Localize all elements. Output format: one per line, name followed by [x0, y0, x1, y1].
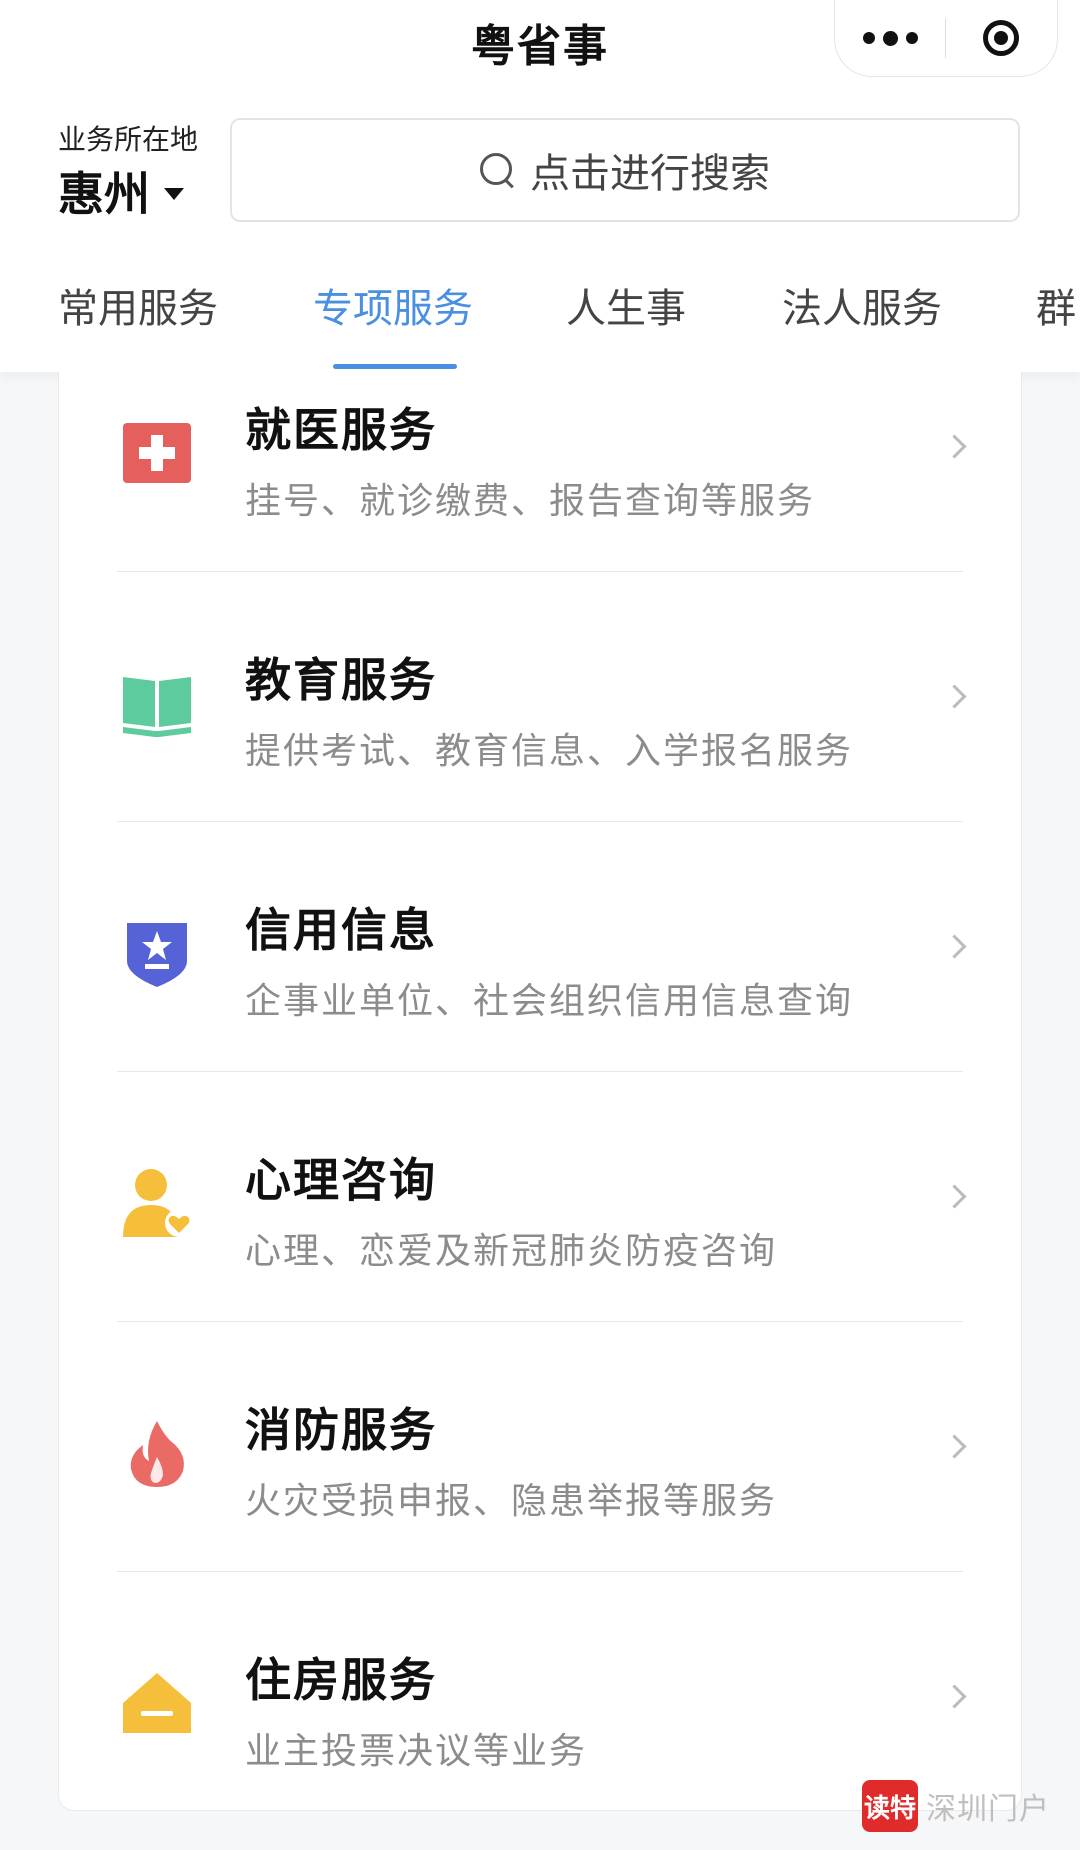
flame-icon	[130, 1421, 184, 1487]
target-icon	[983, 20, 1019, 56]
chevron-right-icon	[942, 1684, 967, 1709]
chevron-right-icon	[942, 934, 967, 959]
chevron-right-icon	[942, 684, 967, 709]
watermark-badge: 读特	[862, 1780, 918, 1832]
service-list: 就医服务 挂号、就诊缴费、报告查询等服务 教育服务 提供考试、教育信息、入学报名…	[58, 372, 1022, 1811]
house-icon	[123, 1673, 191, 1733]
location-selector[interactable]: 惠州	[58, 158, 184, 224]
service-desc: 挂号、就诊缴费、报告查询等服务	[245, 481, 816, 522]
service-title: 信用信息	[245, 903, 437, 957]
service-desc: 心理、恋爱及新冠肺炎防疫咨询	[245, 1231, 778, 1272]
search-icon	[480, 153, 514, 187]
watermark-text: 深圳门户	[926, 1792, 1050, 1827]
service-title: 住房服务	[245, 1653, 437, 1707]
list-item-education[interactable]: 教育服务 提供考试、教育信息、入学报名服务	[59, 572, 1021, 822]
list-item-medical[interactable]: 就医服务 挂号、就诊缴费、报告查询等服务	[59, 322, 1021, 572]
person-heart-icon	[123, 1169, 193, 1237]
search-placeholder: 点击进行搜索	[530, 151, 770, 197]
dot-icon	[882, 30, 898, 46]
service-title: 教育服务	[245, 653, 437, 707]
capsule-menu	[834, 0, 1058, 77]
service-desc: 业主投票决议等业务	[245, 1731, 588, 1772]
service-title: 心理咨询	[245, 1153, 437, 1207]
more-menu-button[interactable]	[835, 0, 945, 76]
service-title: 消防服务	[245, 1403, 437, 1457]
chevron-right-icon	[942, 1434, 967, 1459]
open-book-icon	[123, 677, 191, 737]
top-bar: 粤省事	[0, 0, 1080, 96]
list-item-psychology[interactable]: 心理咨询 心理、恋爱及新冠肺炎防疫咨询	[59, 1072, 1021, 1322]
service-desc: 企事业单位、社会组织信用信息查询	[245, 981, 854, 1022]
location-city: 惠州	[58, 167, 150, 221]
dot-icon	[862, 32, 875, 44]
search-bar[interactable]: 点击进行搜索	[230, 118, 1020, 222]
list-item-fire[interactable]: 消防服务 火灾受损申报、隐患举报等服务	[59, 1322, 1021, 1572]
service-desc: 火灾受损申报、隐患举报等服务	[245, 1481, 778, 1522]
chevron-right-icon	[942, 1184, 967, 1209]
medical-cross-icon	[123, 423, 191, 483]
chevron-right-icon	[942, 434, 967, 459]
location-label: 业务所在地	[58, 123, 199, 156]
list-item-credit[interactable]: 信用信息 企事业单位、社会组织信用信息查询	[59, 822, 1021, 1072]
service-title: 就医服务	[245, 403, 437, 457]
close-miniprogram-button[interactable]	[946, 0, 1056, 76]
service-desc: 提供考试、教育信息、入学报名服务	[245, 731, 854, 772]
tab-group[interactable]: 群	[1036, 276, 1076, 334]
watermark: 读特 深圳门户	[862, 1780, 1050, 1832]
shield-star-icon	[127, 923, 187, 987]
dot-icon	[905, 32, 918, 44]
caret-down-icon	[164, 188, 184, 200]
